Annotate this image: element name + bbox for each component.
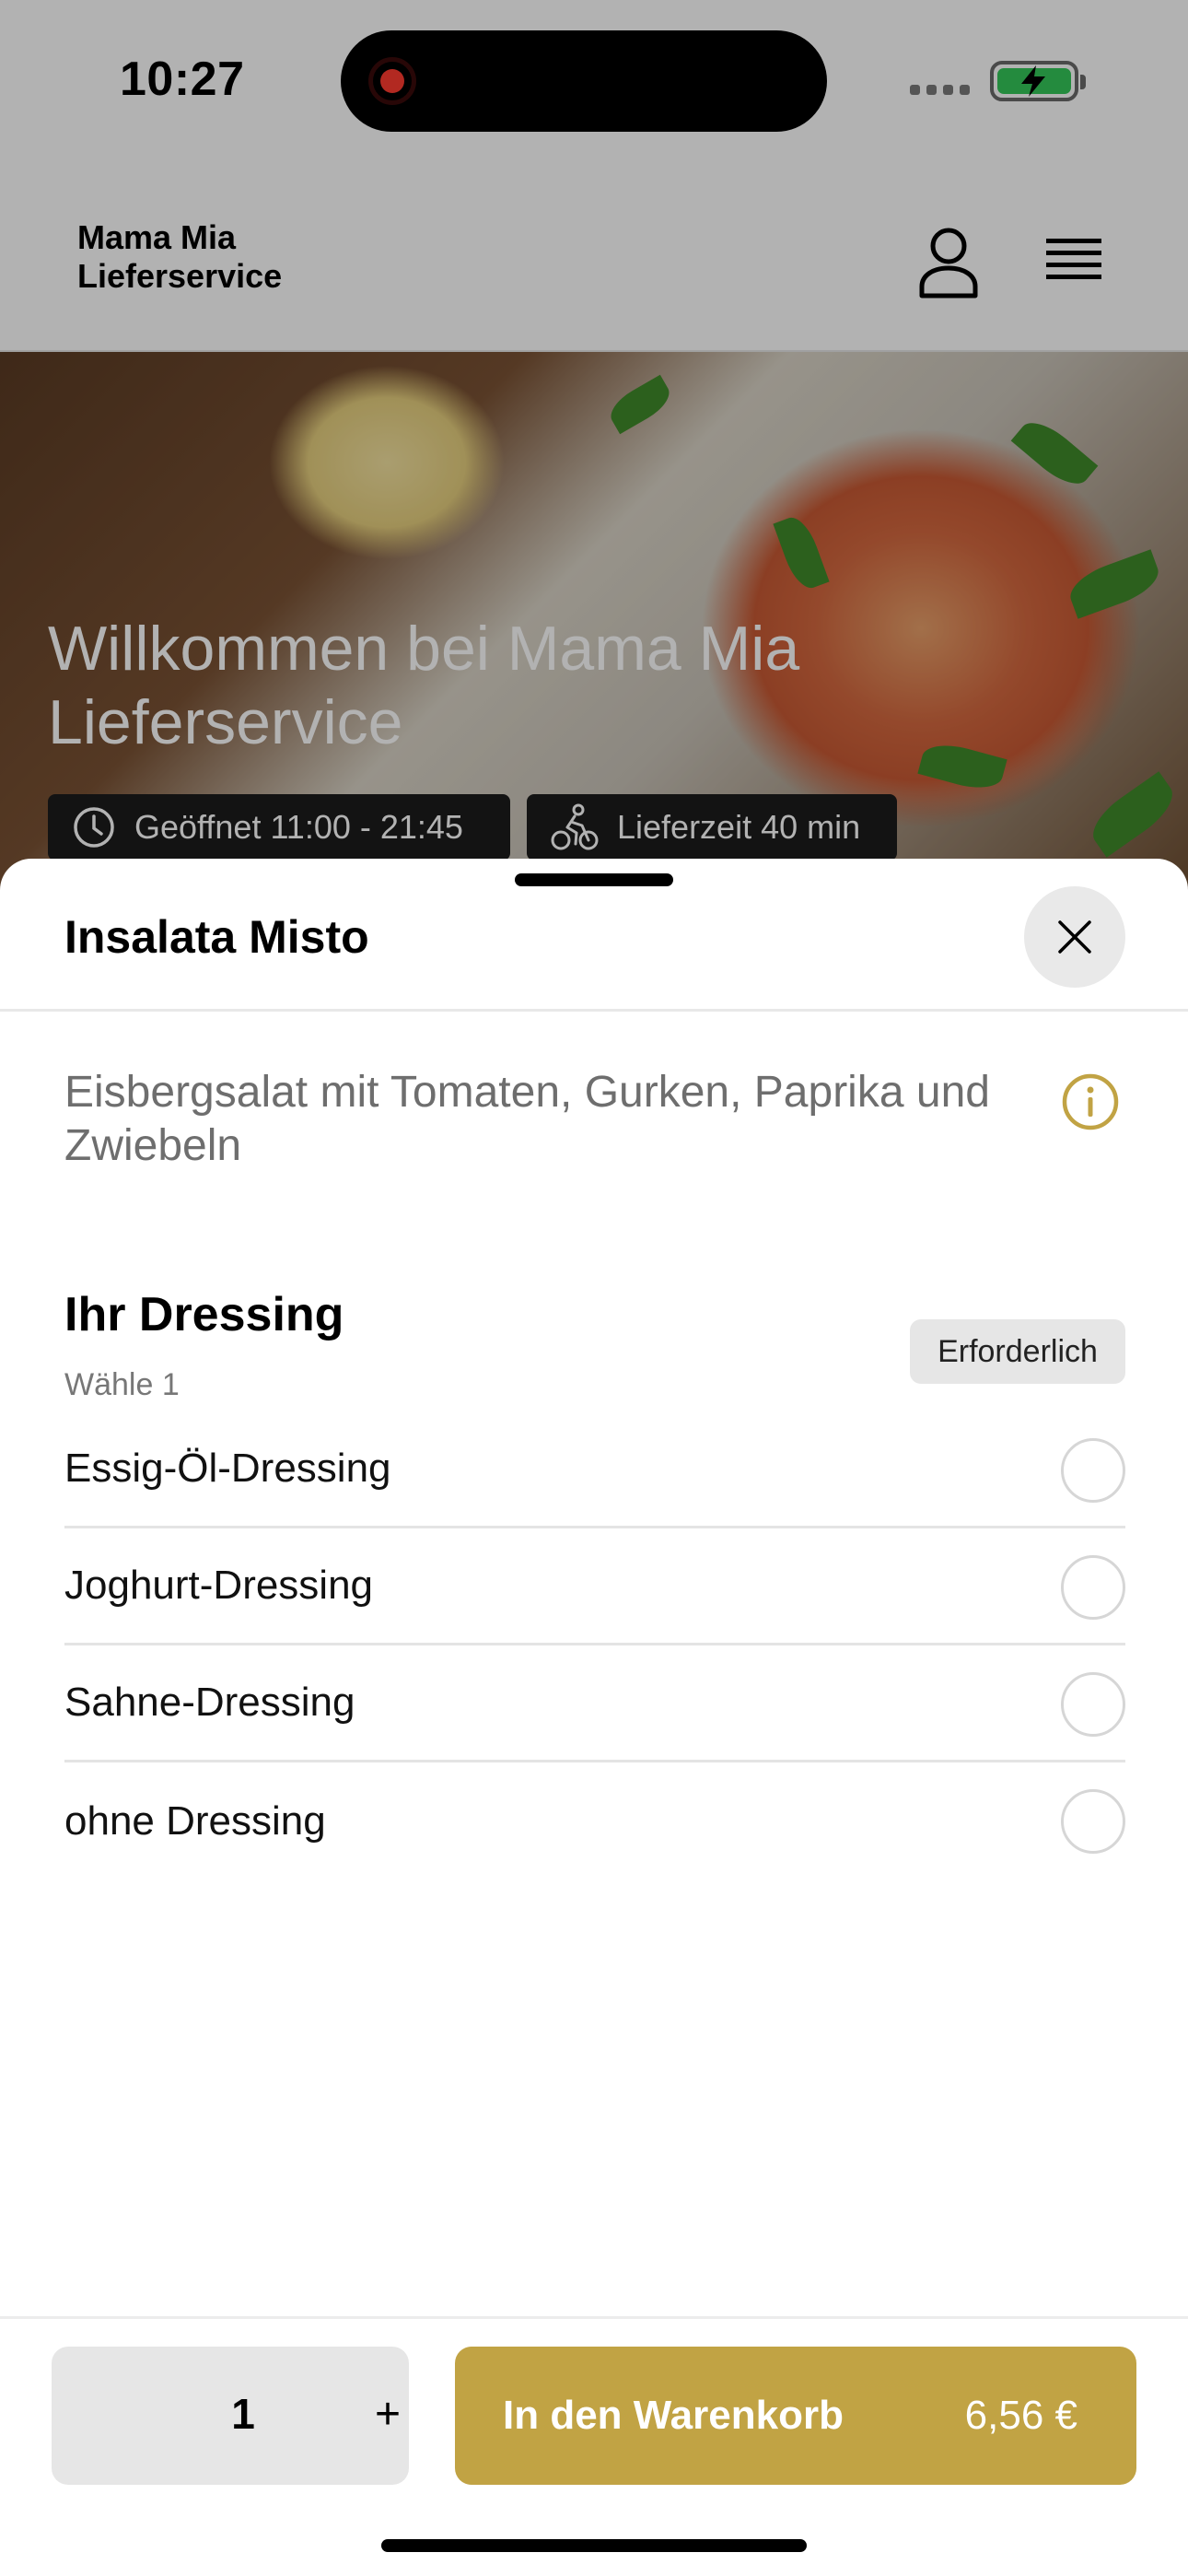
option-label: ohne Dressing [64, 1797, 326, 1844]
option-group-title: Ihr Dressing [64, 1288, 344, 1341]
quantity-increase-button[interactable]: + [355, 2382, 420, 2446]
dressing-options-list: Essig-Öl-Dressing Joghurt-Dressing Sahne… [64, 1411, 1125, 1879]
product-title: Insalata Misto [64, 911, 369, 963]
required-badge: Erforderlich [910, 1319, 1125, 1384]
add-to-cart-price: 6,56 € [964, 2393, 1077, 2438]
option-essig-oel-dressing[interactable]: Essig-Öl-Dressing [64, 1411, 1125, 1528]
product-description: Eisbergsalat mit Tomaten, Gurken, Paprik… [64, 1068, 990, 1170]
radio-button[interactable] [1061, 1438, 1125, 1503]
quantity-stepper: 1 + [52, 2347, 409, 2485]
modal-backdrop[interactable] [0, 0, 1188, 921]
option-label: Essig-Öl-Dressing [64, 1446, 391, 1491]
info-icon[interactable] [1061, 1072, 1120, 1131]
option-label: Joghurt-Dressing [64, 1563, 374, 1608]
radio-button[interactable] [1061, 1789, 1125, 1854]
close-icon [1058, 920, 1091, 954]
sheet-drag-handle[interactable] [515, 873, 673, 886]
option-ohne-dressing[interactable]: ohne Dressing [64, 1762, 1125, 1879]
option-sahne-dressing[interactable]: Sahne-Dressing [64, 1645, 1125, 1762]
cart-action-bar: 1 + In den Warenkorb 6,56 € [0, 2316, 1188, 2576]
background-page: 10:27 Mama Mia Lieferservice Willkommen … [0, 0, 1188, 923]
add-to-cart-button[interactable]: In den Warenkorb 6,56 € [455, 2347, 1136, 2485]
radio-button[interactable] [1061, 1555, 1125, 1620]
quantity-value: 1 [231, 2390, 255, 2438]
home-indicator[interactable] [381, 2539, 807, 2552]
option-group-subtitle: Wähle 1 [64, 1367, 180, 1402]
option-label: Sahne-Dressing [64, 1680, 355, 1725]
radio-button[interactable] [1061, 1672, 1125, 1737]
sheet-header: Insalata Misto [0, 859, 1188, 1012]
screen: 10:27 Mama Mia Lieferservice Willkommen … [0, 0, 1188, 2576]
close-button[interactable] [1024, 886, 1125, 988]
option-joghurt-dressing[interactable]: Joghurt-Dressing [64, 1528, 1125, 1645]
add-to-cart-label: In den Warenkorb [503, 2393, 844, 2438]
